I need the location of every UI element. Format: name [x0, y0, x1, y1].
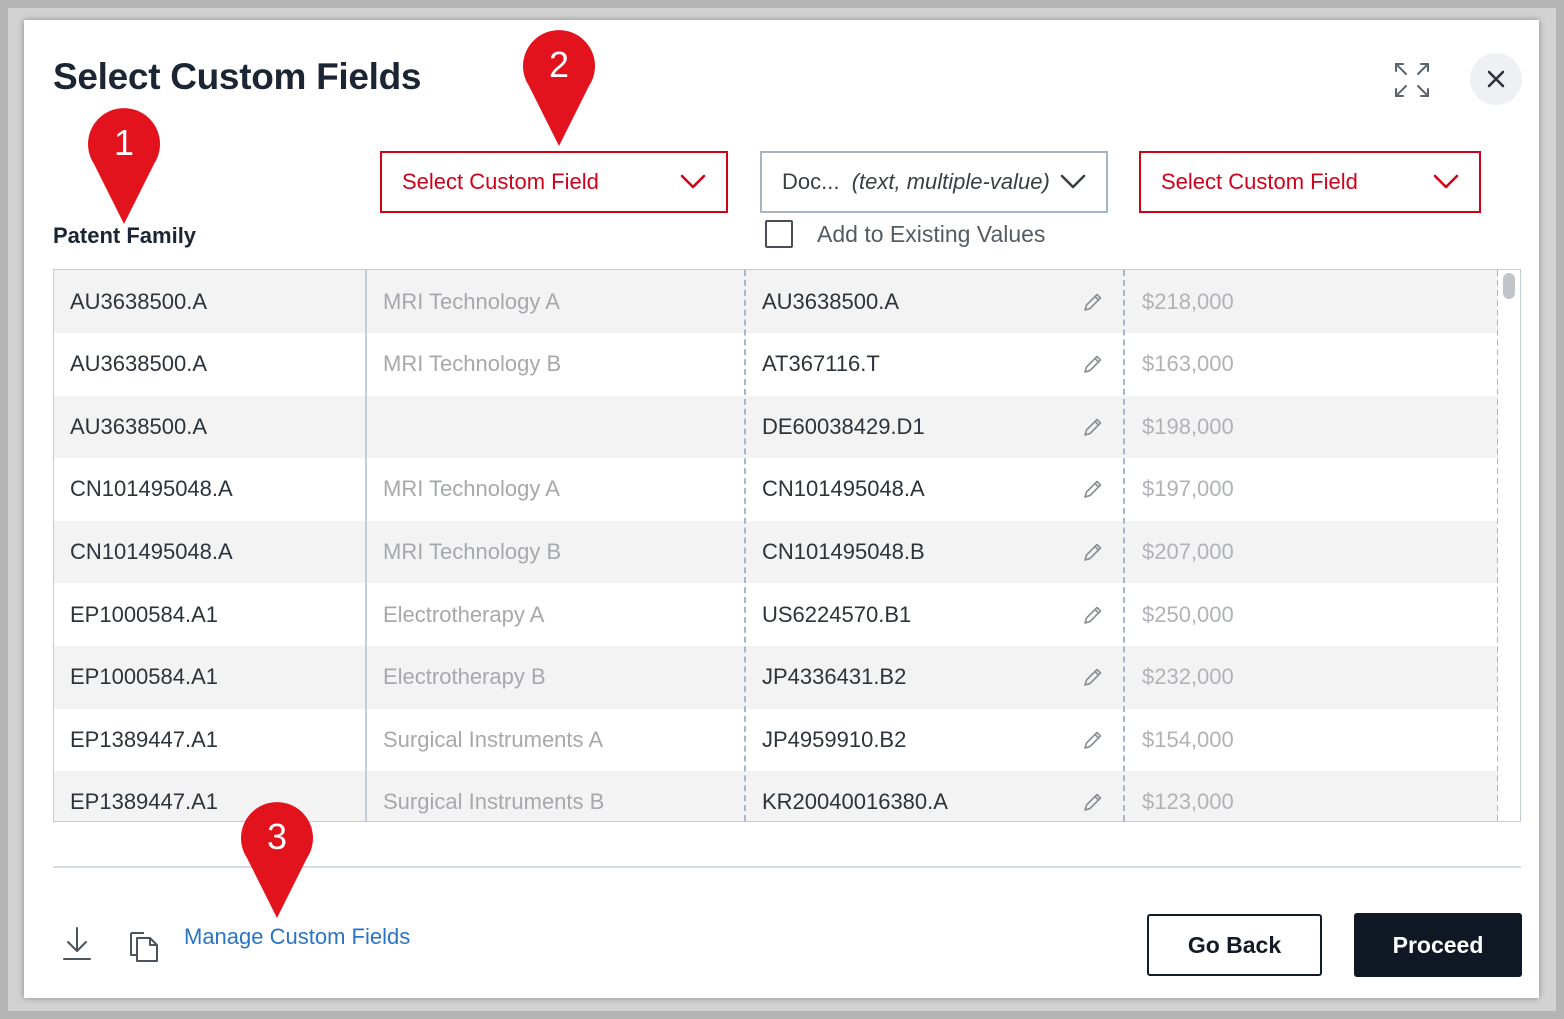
chevron-down-icon: [680, 174, 706, 189]
add-to-existing-values-checkbox[interactable]: [765, 220, 793, 248]
custom-field-3-cell: $123,000: [1142, 789, 1234, 815]
column-divider: [365, 270, 367, 821]
add-to-existing-values-label: Add to Existing Values: [817, 220, 1046, 247]
callout-number: 1: [113, 122, 135, 163]
patent-family-cell: AU3638500.A: [70, 288, 207, 314]
manage-custom-fields-link[interactable]: Manage Custom Fields: [184, 924, 410, 950]
download-icon: [63, 927, 91, 960]
patent-family-cell: AU3638500.A: [70, 351, 207, 377]
column-divider: [1123, 270, 1125, 821]
pencil-icon[interactable]: [1081, 352, 1105, 376]
patent-family-cell: EP1000584.A1: [70, 664, 219, 690]
proceed-button[interactable]: Proceed: [1354, 913, 1522, 977]
document-field-type-hint: (text, multiple-value): [851, 169, 1050, 194]
table-row: EP1000584.A1 Electrotherapy A US6224570.B1…: [54, 583, 1499, 646]
document-field-select-label: Doc... (text, multiple-value): [782, 169, 1060, 195]
patent-family-cell: EP1389447.A1: [70, 789, 219, 815]
table-scrollbar[interactable]: [1498, 270, 1520, 821]
expand-button[interactable]: [1392, 60, 1432, 100]
document-cell: AT367116.T: [762, 351, 880, 377]
close-icon: [1487, 70, 1505, 88]
custom-field-1-cell: Surgical Instruments B: [383, 789, 605, 815]
document-cell: DE60038429.D1: [762, 413, 925, 439]
custom-field-3-cell: $218,000: [1142, 288, 1234, 314]
add-to-existing-values-option: Add to Existing Values: [765, 220, 1045, 248]
document-cell: JP4336431.B2: [762, 664, 907, 690]
pencil-icon[interactable]: [1081, 665, 1105, 689]
callout-marker-2: 2: [521, 30, 597, 148]
callout-number: 3: [266, 816, 288, 857]
table-row: AU3638500.A MRI Technology A AU3638500.A $2…: [54, 270, 1499, 333]
table-row: EP1000584.A1 Electrotherapy B JP4336431.B2…: [54, 645, 1499, 709]
custom-field-1-cell: MRI Technology A: [383, 476, 560, 502]
dialog-title: Select Custom Fields: [53, 56, 422, 97]
callout-marker-1: 1: [86, 108, 162, 226]
custom-field-3-cell: $207,000: [1142, 538, 1234, 564]
custom-fields-table: EP1389447.A1 Surgical Instruments B KR2004…: [53, 269, 1521, 822]
custom-field-1-cell: Surgical Instruments A: [383, 726, 604, 752]
pencil-icon[interactable]: [1081, 290, 1105, 314]
document-cell: US6224570.B1: [762, 601, 912, 627]
custom-field-1-cell: MRI Technology B: [383, 351, 562, 377]
copy-icon: [130, 932, 158, 962]
custom-field-1-cell: Electrotherapy A: [383, 601, 545, 627]
download-button[interactable]: [62, 925, 92, 966]
table-row: CN101495048.A MRI Technology B CN101495048…: [54, 520, 1499, 584]
chevron-down-icon: [1060, 174, 1086, 189]
pencil-icon[interactable]: [1081, 728, 1105, 752]
custom-field-select-1-label: Select Custom Field: [402, 169, 599, 194]
pencil-icon[interactable]: [1081, 477, 1105, 501]
patent-family-cell: EP1389447.A1: [70, 726, 219, 752]
custom-field-select-3[interactable]: Select Custom Field: [1139, 151, 1481, 213]
table-row: AU3638500.A DE60038429.D1 $198,000: [54, 395, 1499, 459]
document-field-name: Doc...: [782, 169, 840, 194]
document-cell: CN101495048.A: [762, 476, 925, 502]
custom-field-select-3-label: Select Custom Field: [1161, 169, 1358, 194]
custom-field-3-cell: $232,000: [1142, 664, 1234, 690]
custom-field-1-cell: Electrotherapy B: [383, 664, 546, 690]
document-cell: CN101495048.B: [762, 538, 925, 564]
pencil-icon[interactable]: [1081, 415, 1105, 439]
document-cell: JP4959910.B2: [762, 726, 907, 752]
custom-field-3-cell: $197,000: [1142, 476, 1234, 502]
patent-family-cell: EP1000584.A1: [70, 601, 219, 627]
custom-field-3-cell: $163,000: [1142, 351, 1234, 377]
close-button[interactable]: [1470, 53, 1522, 105]
pencil-icon[interactable]: [1081, 540, 1105, 564]
expand-icon: [1395, 63, 1429, 97]
document-cell: KR20040016380.A: [762, 789, 948, 815]
callout-marker-3: 3: [239, 802, 315, 920]
patent-family-cell: CN101495048.A: [70, 476, 233, 502]
custom-field-3-cell: $154,000: [1142, 726, 1234, 752]
column-divider: [744, 270, 746, 821]
custom-field-3-cell: $250,000: [1142, 601, 1234, 627]
custom-field-1-cell: MRI Technology B: [383, 538, 562, 564]
scrollbar-thumb[interactable]: [1503, 273, 1515, 299]
patent-family-cell: AU3638500.A: [70, 413, 207, 439]
go-back-button[interactable]: Go Back: [1147, 914, 1322, 976]
document-cell: AU3638500.A: [762, 288, 899, 314]
table-row: CN101495048.A MRI Technology A CN101495048…: [54, 457, 1499, 521]
copy-button[interactable]: [128, 927, 160, 968]
document-field-select[interactable]: Doc... (text, multiple-value): [760, 151, 1108, 213]
custom-field-select-1[interactable]: Select Custom Field: [380, 151, 728, 213]
patent-family-cell: CN101495048.A: [70, 538, 233, 564]
chevron-down-icon: [1433, 174, 1459, 189]
patent-family-column-label: Patent Family: [53, 223, 197, 248]
custom-field-1-cell: MRI Technology A: [383, 288, 560, 314]
pencil-icon[interactable]: [1081, 603, 1105, 627]
callout-number: 2: [548, 44, 570, 85]
table-row: AU3638500.A MRI Technology B AT367116.T $16…: [54, 332, 1499, 396]
custom-field-3-cell: $198,000: [1142, 413, 1234, 439]
pencil-icon[interactable]: [1081, 790, 1105, 814]
table-row: EP1389447.A1 Surgical Instruments A JP4959…: [54, 708, 1499, 772]
